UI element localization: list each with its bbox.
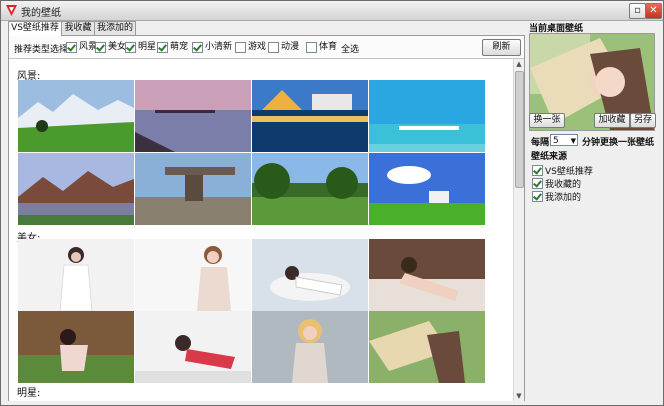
source-label: 我收藏的 (545, 180, 582, 190)
close-icon: ✕ (649, 5, 658, 16)
filter-option-label: 游戏 (248, 42, 267, 52)
wallpaper-thumb[interactable] (252, 239, 368, 311)
filter-option-label: 美女 (108, 42, 127, 52)
wallpaper-thumb[interactable] (369, 311, 485, 383)
wallpaper-thumb[interactable] (135, 239, 251, 311)
checkbox-box[interactable] (125, 42, 136, 53)
checkbox-box[interactable] (235, 42, 246, 53)
current-wallpaper-panel: 当前桌面壁纸 换一张 加收藏 另存 每隔 5 ▼ 分钟更换一张壁纸 壁纸来源 VS… (528, 21, 660, 401)
wallpaper-gallery: 风景: 美女: 明星: ▲ ▼ (9, 58, 524, 401)
wallpaper-thumb[interactable] (252, 311, 368, 383)
wallpaper-thumb[interactable] (18, 311, 134, 383)
wallpaper-thumb[interactable] (135, 311, 251, 383)
save-as-button[interactable]: 另存 (630, 113, 656, 128)
filter-option-label: 萌宠 (170, 42, 189, 52)
filter-option-label: 动漫 (281, 42, 300, 52)
filter-option-label: 体育 (319, 42, 338, 52)
checkbox-box[interactable] (268, 42, 279, 53)
scrollbar-thumb[interactable] (515, 71, 524, 188)
window-title: 我的壁纸 (21, 8, 61, 19)
wallpaper-thumb[interactable] (135, 153, 251, 225)
close-button[interactable]: ✕ (645, 3, 662, 19)
checkbox-box[interactable] (306, 42, 317, 53)
wallpaper-thumb[interactable] (18, 239, 134, 311)
title-bar[interactable]: 我的壁纸 ▫ ✕ (1, 1, 663, 21)
scroll-down-arrow-icon[interactable]: ▼ (514, 391, 524, 401)
checkbox-box[interactable] (532, 178, 543, 189)
change-wallpaper-button[interactable]: 换一张 (529, 113, 565, 128)
interval-select[interactable]: 5 ▼ (550, 134, 578, 146)
filter-game-checkbox[interactable]: 游戏 (235, 42, 266, 53)
source-vs-recommend-checkbox[interactable]: VS壁纸推荐 (532, 164, 593, 177)
filter-bar: 推荐类型选择 风景 美女 明星 萌宠 小清新 游戏 动漫 体育 全选 刷新 (9, 36, 524, 58)
filter-option-label: 小清新 (205, 42, 233, 52)
select-all-link[interactable]: 全选 (341, 42, 359, 55)
filter-sports-checkbox[interactable]: 体育 (306, 42, 337, 53)
interval-suffix: 分钟更换一张壁纸 (582, 138, 655, 148)
filter-scenery-checkbox[interactable]: 风景 (66, 42, 97, 53)
filter-beauty-checkbox[interactable]: 美女 (95, 42, 126, 53)
wallpaper-thumb[interactable] (135, 80, 251, 152)
interval-prefix: 每隔 (531, 138, 550, 148)
app-logo-icon (6, 5, 17, 16)
wallpaper-thumb[interactable] (369, 153, 485, 225)
wallpaper-thumb[interactable] (369, 239, 485, 311)
filter-anime-checkbox[interactable]: 动漫 (268, 42, 299, 53)
wallpaper-thumb[interactable] (18, 80, 134, 152)
chevron-down-icon: ▼ (570, 137, 576, 145)
checkbox-box[interactable] (95, 42, 106, 53)
refresh-button[interactable]: 刷新 (482, 39, 521, 56)
source-my-added-checkbox[interactable]: 我添加的 (532, 190, 581, 203)
filter-star-checkbox[interactable]: 明星 (125, 42, 156, 53)
filter-pet-checkbox[interactable]: 萌宠 (157, 42, 188, 53)
add-favorite-button[interactable]: 加收藏 (594, 113, 630, 128)
checkbox-box[interactable] (157, 42, 168, 53)
filter-fresh-checkbox[interactable]: 小清新 (192, 42, 232, 53)
wallpaper-thumb[interactable] (369, 80, 485, 152)
source-title: 壁纸来源 (531, 152, 568, 162)
checkbox-box[interactable] (532, 191, 543, 202)
tab-vs-recommend[interactable]: VS壁纸推荐 (8, 21, 62, 36)
source-label: VS壁纸推荐 (545, 167, 593, 177)
filter-label: 推荐类型选择 (14, 45, 69, 55)
wallpaper-thumb[interactable] (252, 80, 368, 152)
restore-button[interactable]: ▫ (629, 3, 646, 19)
source-my-favorites-checkbox[interactable]: 我收藏的 (532, 177, 581, 190)
wallpaper-thumb[interactable] (18, 153, 134, 225)
filter-option-label: 明星 (138, 42, 157, 52)
app-window: 我的壁纸 ▫ ✕ VS壁纸推荐 我收藏的 我添加的 推荐类型选择 风景 美女 明… (0, 0, 664, 406)
tab-my-added[interactable]: 我添加的 (94, 21, 136, 35)
restore-icon: ▫ (634, 5, 641, 16)
gallery-scrollbar[interactable]: ▲ ▼ (513, 59, 524, 401)
scroll-up-arrow-icon[interactable]: ▲ (514, 59, 524, 69)
interval-value: 5 (553, 136, 559, 146)
category-title-star: 明星: (17, 388, 41, 399)
checkbox-box[interactable] (66, 42, 77, 53)
checkbox-box[interactable] (192, 42, 203, 53)
checkbox-box[interactable] (532, 165, 543, 176)
source-label: 我添加的 (545, 193, 582, 203)
recommend-panel: 推荐类型选择 风景 美女 明星 萌宠 小清新 游戏 动漫 体育 全选 刷新 风景… (8, 35, 525, 401)
wallpaper-thumb[interactable] (252, 153, 368, 225)
tab-my-favorites[interactable]: 我收藏的 (58, 21, 98, 46)
